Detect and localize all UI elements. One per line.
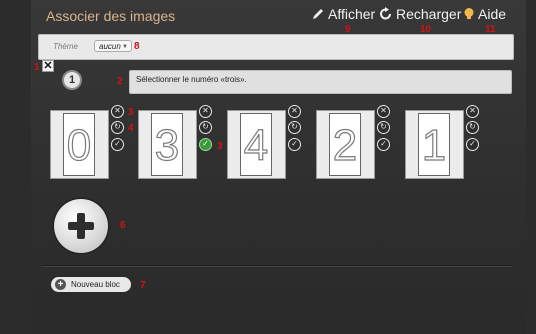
card-image: 4 [240,113,272,176]
aide-button[interactable]: Aide [463,6,506,22]
divider [42,265,512,267]
card-image: 2 [329,113,361,176]
card-image: 1 [418,113,450,176]
check-icon-selected[interactable]: ✓ [199,138,212,151]
card-image: 3 [151,113,183,176]
app-title: Associer des images [46,8,176,24]
card-digit: 2 [332,120,358,170]
annotation-3: 3 [128,107,134,118]
close-icon[interactable]: ✕ [199,105,212,118]
refresh-icon[interactable]: ↻ [466,121,479,134]
card-digit: 0 [66,120,92,170]
add-image-button[interactable] [54,199,108,253]
pencil-icon [313,9,323,19]
refresh-icon[interactable]: ↻ [288,121,301,134]
afficher-button[interactable]: Afficher [311,6,375,22]
annotation-2: 2 [117,76,123,87]
theme-select-value: aucun [99,42,121,51]
close-icon[interactable]: ✕ [466,105,479,118]
annotation-8: 8 [134,41,140,52]
card-image: 0 [63,113,95,176]
refresh-icon[interactable]: ↻ [111,121,124,134]
lightbulb-icon [464,8,474,19]
recharger-label: Recharger [396,6,462,22]
annotation-1: 1 [34,62,40,73]
refresh-icon[interactable]: ↻ [199,121,212,134]
question-number: 1 [62,70,82,90]
check-icon[interactable]: ✓ [466,138,479,151]
close-icon[interactable]: ✕ [377,105,390,118]
new-block-label: Nouveau bloc [71,280,120,289]
reload-icon [380,7,391,20]
aide-label: Aide [478,6,507,22]
image-card-2[interactable]: 4 [227,110,286,179]
annotation-6: 6 [120,220,126,231]
theme-bar: Thème aucun ▼ [38,34,514,60]
close-icon[interactable]: ✕ [111,105,124,118]
card-digit: 4 [243,120,269,170]
image-card-4[interactable]: 1 [405,110,464,179]
check-icon[interactable]: ✓ [377,138,390,151]
image-card-1[interactable]: 3 [138,110,197,179]
chevron-down-icon: ▼ [122,44,128,50]
image-card-3[interactable]: 2 [316,110,375,179]
card-digit: 3 [154,120,180,170]
image-card-0[interactable]: 0 [50,110,109,179]
annotation-4: 4 [128,123,134,134]
new-block-button[interactable]: + Nouveau bloc [51,277,131,292]
instruction-field[interactable]: Sélectionner le numéro «trois». [129,70,512,94]
theme-label: Thème [53,42,78,51]
recharger-button[interactable]: Recharger [379,6,461,22]
check-icon[interactable]: ✓ [111,138,124,151]
plus-icon: + [55,279,66,290]
close-icon[interactable]: ✕ [288,105,301,118]
annotation-7: 7 [140,280,146,291]
afficher-label: Afficher [328,6,376,22]
annotation-5: 3 [217,141,223,152]
check-icon[interactable]: ✓ [288,138,301,151]
refresh-icon[interactable]: ↻ [377,121,390,134]
card-digit: 1 [421,120,447,170]
theme-select[interactable]: aucun ▼ [94,40,132,52]
delete-question-checkbox[interactable]: ✕ [42,60,54,72]
